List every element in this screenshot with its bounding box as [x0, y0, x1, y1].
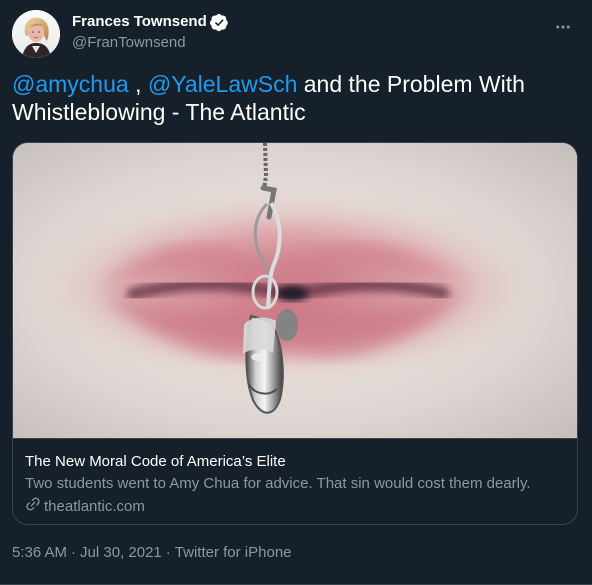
tweet-text-part-1: ,: [128, 71, 148, 97]
tweet-header: Frances Townsend @FranTownsend: [12, 10, 580, 58]
profile-photo-image: [12, 10, 60, 58]
link-card[interactable]: The New Moral Code of America’s Elite Tw…: [12, 142, 578, 525]
author-name-row: Frances Townsend: [72, 12, 492, 32]
whistle-lips-image: [13, 143, 577, 438]
author-name[interactable]: Frances Townsend: [72, 12, 207, 32]
tweet-date[interactable]: Jul 30, 2021: [80, 544, 162, 561]
mention-amychua[interactable]: @amychua: [12, 71, 129, 97]
metadata-separator: ·: [165, 544, 171, 561]
tweet-source[interactable]: Twitter for iPhone: [175, 544, 292, 561]
verified-badge-icon: [209, 13, 229, 32]
tweet-text: @amychua , @YaleLawSch and the Problem W…: [12, 70, 572, 126]
card-text[interactable]: The New Moral Code of America’s Elite Tw…: [13, 439, 577, 518]
link-icon: [25, 496, 41, 518]
tweet-metadata: 5:36 AM · Jul 30, 2021 · Twitter for iPhone: [12, 543, 292, 563]
card-title[interactable]: The New Moral Code of America’s Elite: [25, 452, 565, 472]
author-avatar[interactable]: [12, 10, 60, 58]
metadata-separator: ·: [71, 544, 77, 561]
author-info: Frances Townsend @FranTownsend: [72, 12, 492, 53]
more-options-icon[interactable]: [546, 10, 580, 44]
tweet-time[interactable]: 5:36 AM: [12, 544, 67, 561]
card-domain[interactable]: theatlantic.com: [44, 497, 145, 517]
tweet-container: Frances Townsend @FranTownsend @amychua …: [0, 0, 592, 585]
card-domain-row[interactable]: theatlantic.com: [25, 496, 565, 518]
author-handle[interactable]: @FranTownsend: [72, 33, 492, 53]
mention-yalelawsch[interactable]: @YaleLawSch: [148, 71, 298, 97]
card-description[interactable]: Two students went to Amy Chua for advice…: [25, 474, 565, 494]
card-image[interactable]: [13, 143, 577, 438]
